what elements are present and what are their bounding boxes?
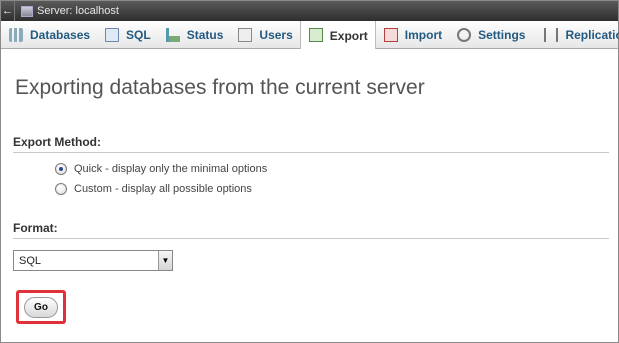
tab-export[interactable]: Export [299,21,376,49]
status-icon [165,27,180,42]
server-icon [21,5,33,17]
chevron-down-icon[interactable]: ▼ [158,251,172,270]
sql-icon [105,27,120,42]
go-button[interactable]: Go [24,297,58,318]
tab-databases-label: Databases [30,28,91,42]
tab-replication-label: Replication [565,28,619,42]
tab-status-label: Status [186,28,224,42]
export-method-heading: Export Method: [13,135,609,153]
import-icon [383,27,398,42]
tab-settings[interactable]: Settings [449,21,532,48]
quick-radio[interactable] [55,163,67,175]
databases-icon [9,27,23,42]
tab-replication[interactable]: Replication [532,21,619,48]
page-title: Exporting databases from the current ser… [15,76,425,99]
server-breadcrumb-bar: ← Server: localhost [1,1,618,21]
tab-settings-label: Settings [478,28,526,42]
tab-status[interactable]: Status [158,21,231,48]
main-tab-bar: Databases SQL Status Users Export Import… [1,21,619,49]
tab-import[interactable]: Import [376,21,449,48]
replication-icon [544,27,559,42]
window-frame: ← Server: localhost Databases SQL Status… [0,0,619,343]
export-icon [308,28,323,42]
users-icon [238,27,253,42]
quick-radio-label[interactable]: Quick - display only the minimal options [74,163,267,175]
tab-export-label: Export [329,28,368,43]
custom-radio-label[interactable]: Custom - display all possible options [74,183,252,195]
format-select-value: SQL [19,254,42,267]
tab-sql-label: SQL [126,28,151,42]
tab-users[interactable]: Users [230,21,299,48]
tab-databases[interactable]: Databases [1,21,97,48]
tab-users-label: Users [259,28,293,42]
custom-radio[interactable] [55,183,67,195]
server-label[interactable]: Server: localhost [37,5,119,17]
back-arrow-icon[interactable]: ← [1,1,15,21]
format-heading: Format: [13,221,609,239]
tab-import-label: Import [404,28,443,42]
settings-icon [457,27,472,42]
tab-sql[interactable]: SQL [97,21,158,48]
format-select[interactable]: SQL ▼ [13,250,173,271]
export-method-custom-option[interactable]: Custom - display all possible options [55,183,252,195]
export-method-quick-option[interactable]: Quick - display only the minimal options [55,163,267,175]
